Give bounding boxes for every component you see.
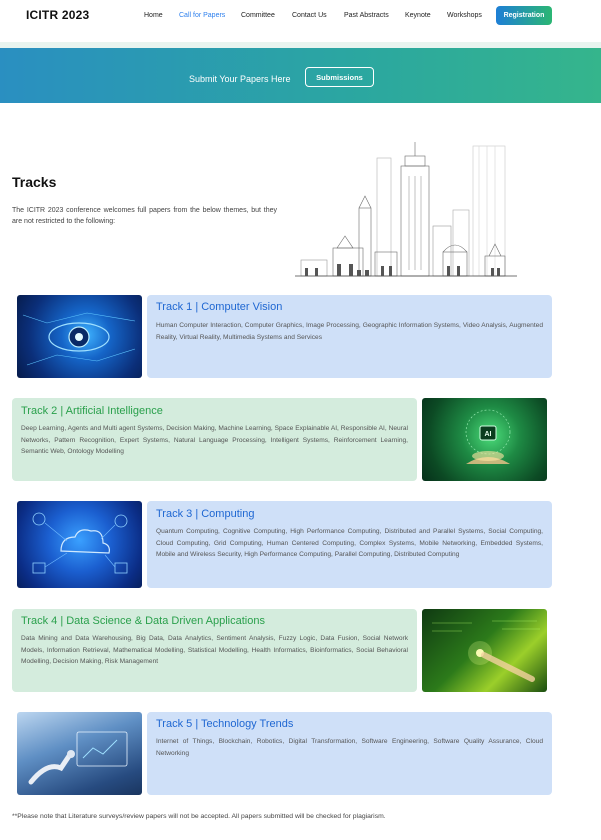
track-1-topics: Human Computer Interaction, Computer Gra… xyxy=(156,322,543,341)
track-3-topics: Quantum Computing, Cognitive Computing, … xyxy=(156,528,543,558)
track-1-card: Track 1 | Computer Vision Human Computer… xyxy=(147,295,552,378)
track-3-card: Track 3 | Computing Quantum Computing, C… xyxy=(147,501,552,588)
tracks-intro: The ICITR 2023 conference welcomes full … xyxy=(12,207,277,225)
track-2-title: Track 2 | Artificial Intelligence xyxy=(21,405,163,417)
plagiarism-footnote: **Please note that Literature surveys/re… xyxy=(12,813,386,820)
track-1-title: Track 1 | Computer Vision xyxy=(156,301,283,313)
track-5-title: Track 5 | Technology Trends xyxy=(156,718,294,730)
track-4-topics: Data Mining and Data Warehousing, Big Da… xyxy=(21,635,408,665)
tracks-heading: Tracks xyxy=(12,174,57,190)
track-2-card: Track 2 | Artificial Intelligence Deep L… xyxy=(12,398,417,481)
nav-home[interactable]: Home xyxy=(144,12,163,19)
nav-keynote[interactable]: Keynote xyxy=(405,12,431,19)
nav-workshops[interactable]: Workshops xyxy=(447,12,482,19)
track-4-card: Track 4 | Data Science & Data Driven App… xyxy=(12,609,417,692)
track-5-card: Track 5 | Technology Trends Internet of … xyxy=(147,712,552,795)
track-2-image: AI xyxy=(422,398,547,481)
track-3-title: Track 3 | Computing xyxy=(156,508,255,520)
track-5-topics: Internet of Things, Blockchain, Robotics… xyxy=(156,738,543,757)
track-4-image xyxy=(422,609,547,692)
track-5-image xyxy=(17,712,142,795)
city-skyline-illustration xyxy=(295,142,517,277)
track-2-topics: Deep Learning, Agents and Multi agent Sy… xyxy=(21,425,408,455)
registration-button[interactable]: Registration xyxy=(496,6,552,25)
nav-contact-us[interactable]: Contact Us xyxy=(292,12,327,19)
top-navbar: ICITR 2023 Home Call for Papers Committe… xyxy=(0,0,601,34)
track-3-image xyxy=(17,501,142,588)
banner-text: Submit Your Papers Here xyxy=(189,74,291,84)
track-1-image xyxy=(17,295,142,378)
ai-chip-label: AI xyxy=(485,431,492,438)
submission-banner: Submit Your Papers Here Submissions xyxy=(0,42,601,103)
track-4-title: Track 4 | Data Science & Data Driven App… xyxy=(21,615,265,627)
brand-logo[interactable]: ICITR 2023 xyxy=(26,8,89,22)
nav-past-abstracts[interactable]: Past Abstracts xyxy=(344,12,389,19)
nav-call-for-papers[interactable]: Call for Papers xyxy=(179,12,225,19)
submissions-button[interactable]: Submissions xyxy=(305,67,374,87)
nav-committee[interactable]: Committee xyxy=(241,12,275,19)
